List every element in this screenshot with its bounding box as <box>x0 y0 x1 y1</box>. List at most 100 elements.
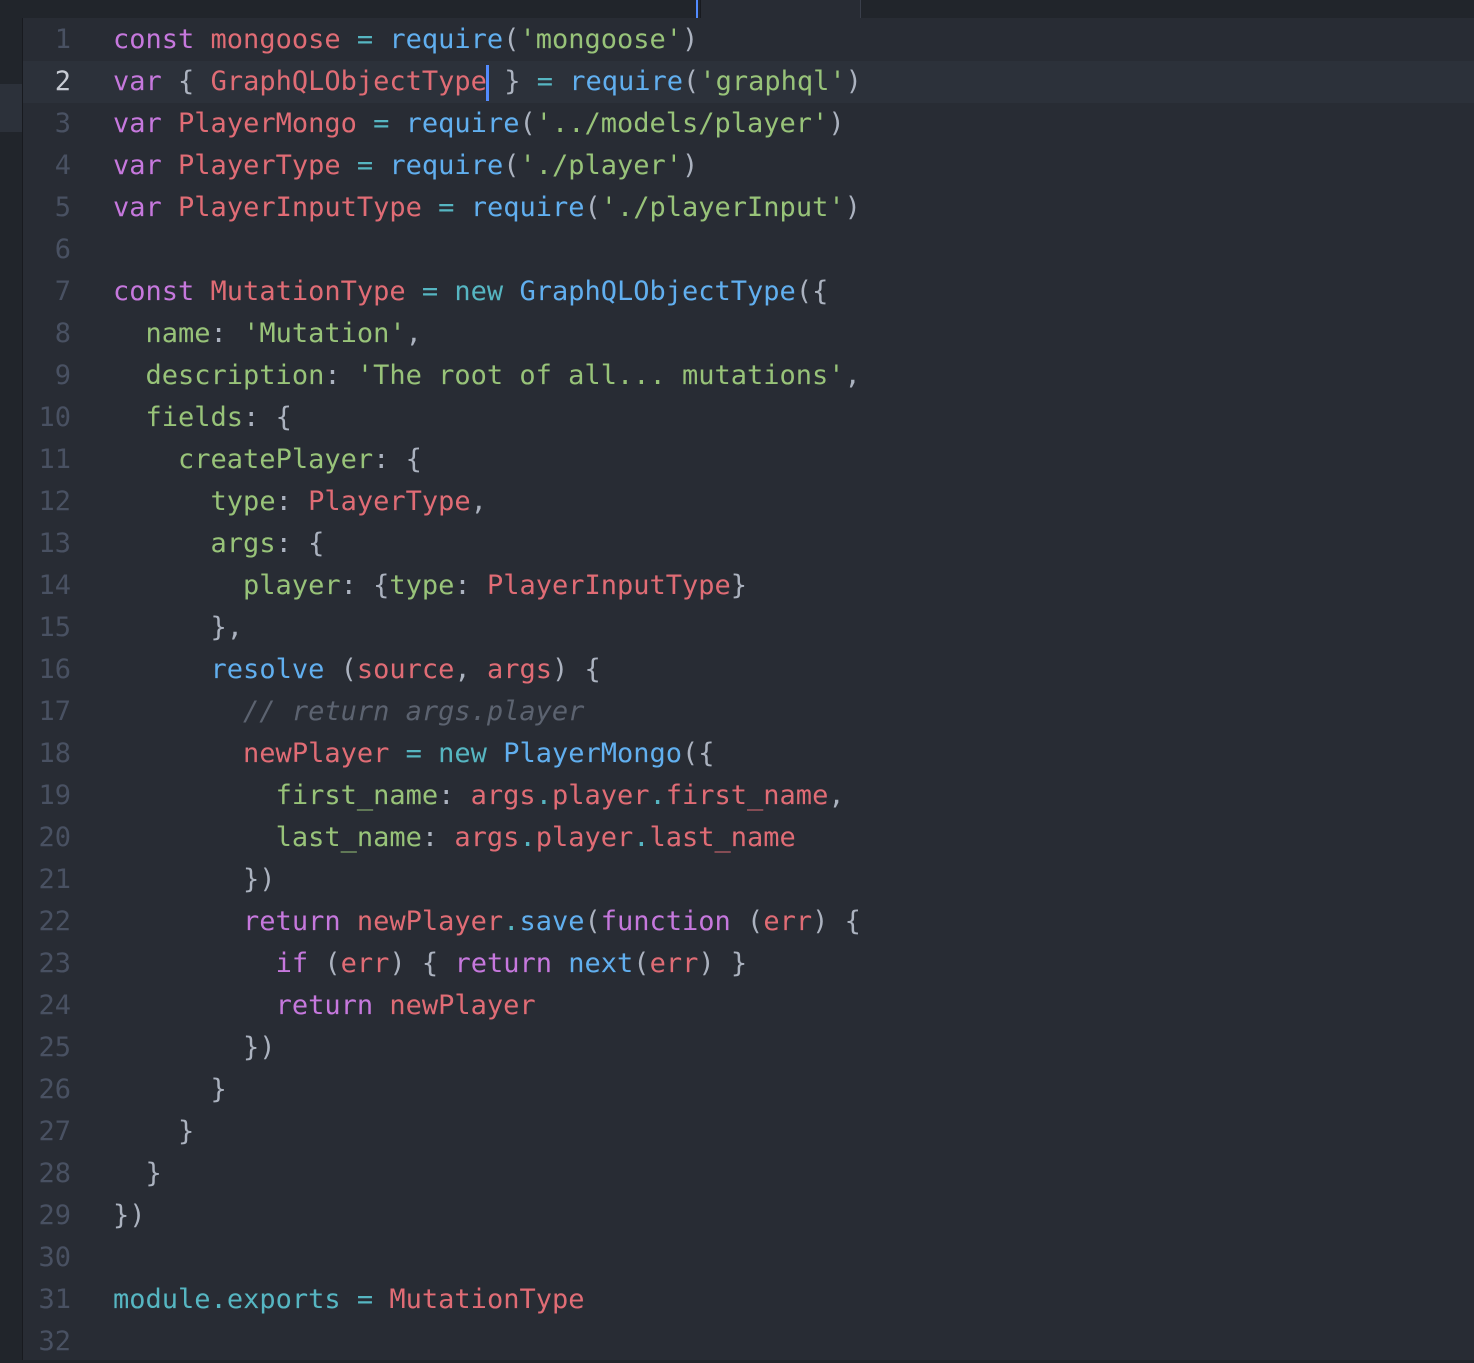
line-number[interactable]: 15 <box>23 607 71 649</box>
line-code[interactable]: var PlayerMongo = require('../models/pla… <box>113 103 845 145</box>
line-number[interactable]: 12 <box>23 481 71 523</box>
line-number[interactable]: 28 <box>23 1153 71 1195</box>
code-line[interactable]: 9 description: 'The root of all... mutat… <box>23 355 1474 397</box>
line-code[interactable]: description: 'The root of all... mutatio… <box>113 355 861 397</box>
code-token: // return args.player <box>243 696 585 727</box>
code-line[interactable]: 13 args: { <box>23 523 1474 565</box>
line-number[interactable]: 3 <box>23 103 71 145</box>
line-number[interactable]: 24 <box>23 985 71 1027</box>
line-code[interactable]: module.exports = MutationType <box>113 1279 584 1321</box>
code-line[interactable]: 15 }, <box>23 607 1474 649</box>
line-number[interactable]: 10 <box>23 397 71 439</box>
line-code[interactable]: }) <box>113 1027 276 1069</box>
code-editor[interactable]: 1 const mongoose = require('mongoose') 2 va… <box>23 18 1474 1360</box>
line-number[interactable]: 32 <box>23 1321 71 1363</box>
line-number[interactable]: 30 <box>23 1237 71 1279</box>
code-token: { <box>844 906 861 937</box>
line-code[interactable]: // return args.player <box>113 691 584 733</box>
code-line[interactable]: 27 } <box>23 1111 1474 1153</box>
line-number[interactable]: 1 <box>23 19 71 61</box>
line-number[interactable]: 19 <box>23 775 71 817</box>
line-number[interactable]: 22 <box>23 901 71 943</box>
line-code[interactable]: player: {type: PlayerInputType} <box>113 565 747 607</box>
code-line[interactable]: 25 }) <box>23 1027 1474 1069</box>
code-line[interactable]: 8 name: 'Mutation', <box>23 313 1474 355</box>
line-code[interactable]: var PlayerInputType = require('./playerI… <box>113 187 861 229</box>
line-code[interactable]: name: 'Mutation', <box>113 313 422 355</box>
code-line[interactable]: 18 newPlayer = new PlayerMongo({ <box>23 733 1474 775</box>
line-number[interactable]: 16 <box>23 649 71 691</box>
code-line[interactable]: 1 const mongoose = require('mongoose') <box>23 19 1474 61</box>
line-code[interactable]: }) <box>113 859 276 901</box>
line-code[interactable]: if (err) { return next(err) } <box>113 943 748 985</box>
line-code[interactable]: }) <box>113 1195 146 1237</box>
code-line[interactable]: 12 type: PlayerType, <box>23 481 1474 523</box>
code-token: './playerInput' <box>600 192 845 223</box>
code-line[interactable]: 7 const MutationType = new GraphQLObjectT… <box>23 271 1474 313</box>
line-code[interactable]: return newPlayer.save(function (err) { <box>113 901 861 943</box>
line-number[interactable]: 26 <box>23 1069 71 1111</box>
line-number[interactable]: 20 <box>23 817 71 859</box>
line-number[interactable]: 6 <box>23 229 71 271</box>
tab-active[interactable] <box>700 0 861 18</box>
code-line[interactable]: 17 // return args.player <box>23 691 1474 733</box>
line-code[interactable]: type: PlayerType, <box>113 481 487 523</box>
code-line[interactable]: 29}) <box>23 1195 1474 1237</box>
line-number[interactable]: 13 <box>23 523 71 565</box>
line-number[interactable]: 11 <box>23 439 71 481</box>
line-number[interactable]: 2 <box>23 61 71 103</box>
line-code[interactable]: } <box>113 1069 227 1111</box>
code-line[interactable]: 2 var { GraphQLObjectType } = require('gr… <box>23 61 1474 103</box>
line-number[interactable]: 25 <box>23 1027 71 1069</box>
line-code[interactable]: const mongoose = require('mongoose') <box>113 19 698 61</box>
line-number[interactable]: 17 <box>23 691 71 733</box>
line-number[interactable]: 5 <box>23 187 71 229</box>
line-number[interactable]: 8 <box>23 313 71 355</box>
code-line[interactable]: 16 resolve (source, args) { <box>23 649 1474 691</box>
line-number[interactable]: 4 <box>23 145 71 187</box>
line-number[interactable]: 18 <box>23 733 71 775</box>
line-code[interactable]: first_name: args.player.first_name, <box>113 775 845 817</box>
code-line[interactable]: 14 player: {type: PlayerInputType} <box>23 565 1474 607</box>
code-line[interactable]: 28 } <box>23 1153 1474 1195</box>
code-line[interactable]: 3 var PlayerMongo = require('../models/pl… <box>23 103 1474 145</box>
code-line[interactable]: 19 first_name: args.player.first_name, <box>23 775 1474 817</box>
line-code[interactable]: var PlayerType = require('./player') <box>113 145 698 187</box>
line-number[interactable]: 31 <box>23 1279 71 1321</box>
code-line[interactable]: 23 if (err) { return next(err) } <box>23 943 1474 985</box>
line-number[interactable]: 27 <box>23 1111 71 1153</box>
line-code[interactable]: last_name: args.player.last_name <box>113 817 796 859</box>
code-line[interactable]: 5 var PlayerInputType = require('./player… <box>23 187 1474 229</box>
line-number[interactable]: 14 <box>23 565 71 607</box>
code-line[interactable]: 21 }) <box>23 859 1474 901</box>
code-line[interactable]: 30 <box>23 1237 1474 1279</box>
code-line[interactable]: 6 <box>23 229 1474 271</box>
code-line[interactable]: 31 module.exports = MutationType <box>23 1279 1474 1321</box>
line-code[interactable]: resolve (source, args) { <box>113 649 601 691</box>
line-code[interactable]: createPlayer: { <box>113 439 422 481</box>
line-number[interactable]: 9 <box>23 355 71 397</box>
line-code[interactable]: args: { <box>113 523 325 565</box>
code-token: = <box>356 24 374 55</box>
line-code[interactable]: newPlayer = new PlayerMongo({ <box>113 733 714 775</box>
code-line[interactable]: 26 } <box>23 1069 1474 1111</box>
code-line[interactable]: 32 <box>23 1321 1474 1363</box>
line-code[interactable]: return newPlayer <box>113 985 536 1027</box>
line-number[interactable]: 29 <box>23 1195 71 1237</box>
line-number[interactable]: 7 <box>23 271 71 313</box>
line-code[interactable]: var { GraphQLObjectType } = require('gra… <box>113 61 862 103</box>
line-code[interactable]: } <box>113 1153 162 1195</box>
code-line[interactable]: 11 createPlayer: { <box>23 439 1474 481</box>
code-line[interactable]: 10 fields: { <box>23 397 1474 439</box>
line-code[interactable]: fields: { <box>113 397 292 439</box>
line-code[interactable]: }, <box>113 607 244 649</box>
line-code[interactable]: const MutationType = new GraphQLObjectTy… <box>113 271 828 313</box>
code-line[interactable]: 20 last_name: args.player.last_name <box>23 817 1474 859</box>
code-line[interactable]: 22 return newPlayer.save(function (err) … <box>23 901 1474 943</box>
line-number[interactable]: 23 <box>23 943 71 985</box>
code-line[interactable]: 24 return newPlayer <box>23 985 1474 1027</box>
line-code[interactable]: } <box>113 1111 194 1153</box>
line-number[interactable]: 21 <box>23 859 71 901</box>
code-line[interactable]: 4 var PlayerType = require('./player') <box>23 145 1474 187</box>
